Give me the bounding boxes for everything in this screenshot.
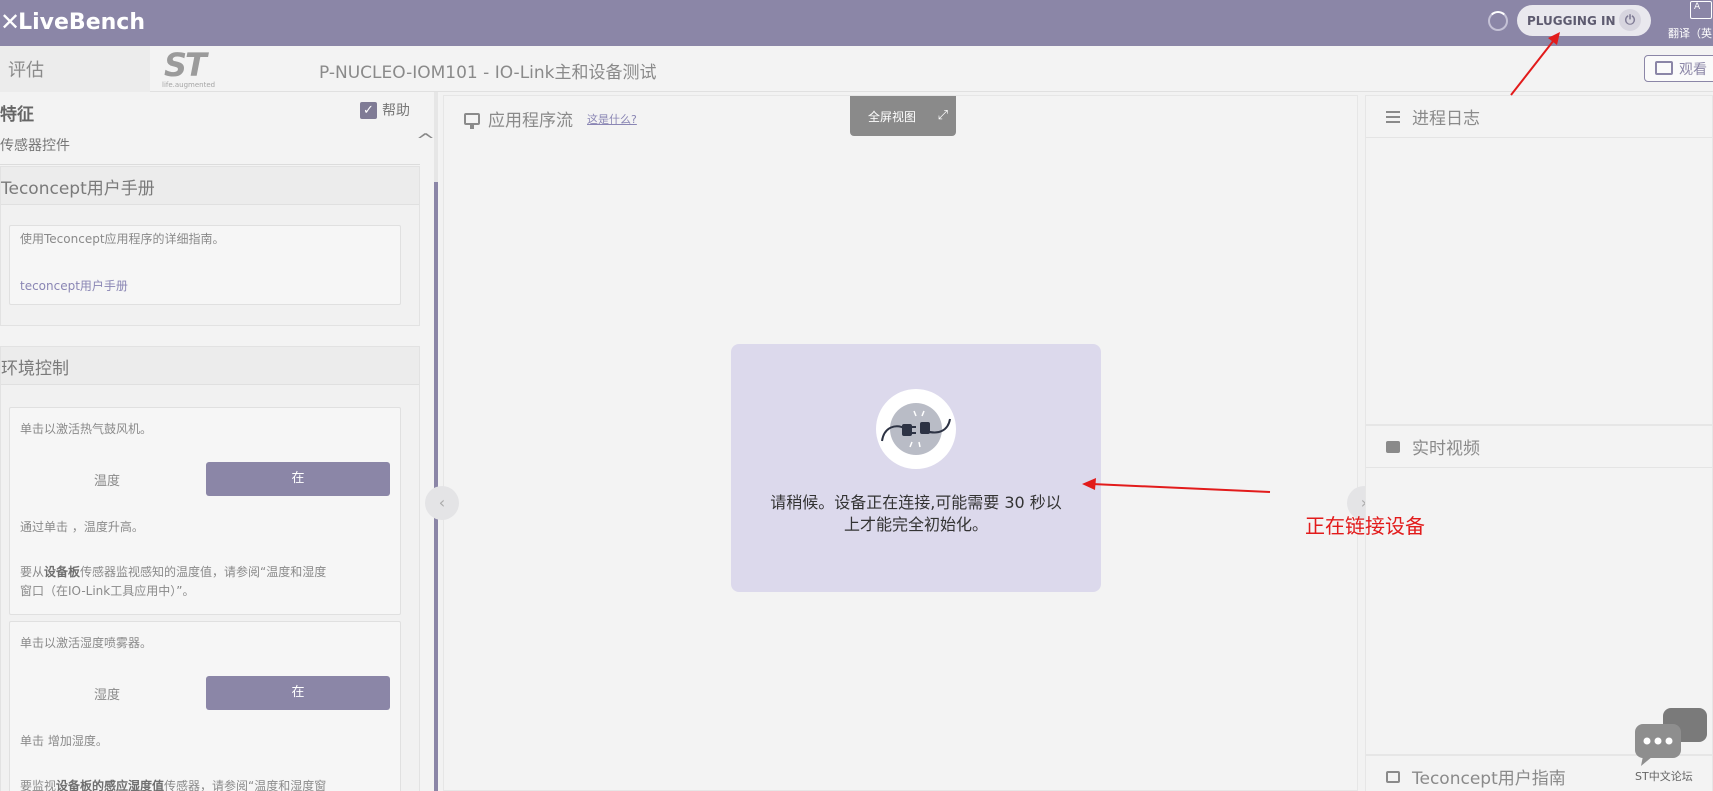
connecting-message: 请稍候。设备正在连接,可能需要 30 秒以 上才能完全初始化。 [751,492,1081,536]
manual-link[interactable]: teconcept用户手册 [20,277,128,294]
process-log-header[interactable]: 进程日志 [1366,96,1712,138]
features-panel: 特征 ✓ 帮助 传感器控件 ^ Teconcept用户手册 使用Teconcep… [0,92,440,791]
humidifier-note: 单击 增加湿度。 [20,734,108,748]
top-bar: ✕ LiveBench PLUGGING IN ⏻ A 翻译（英 [0,0,1713,46]
monitor-icon [464,112,480,129]
heater-monitor-bold: 设备板 [44,565,81,579]
right-panel: 进程日志 实时视频 Teconcept用户指南 [1365,95,1713,791]
humidity-label: 湿度 [94,688,121,703]
humidifier-on-button[interactable]: 在 [206,676,390,710]
live-video-header[interactable]: 实时视频 [1366,426,1712,468]
environment-section-header[interactable]: 环境控制 [1,347,419,385]
video-icon [1386,440,1400,453]
page-title: P-NUCLEO-IOM101 - IO-Link主和设备测试 [319,63,657,83]
expand-icon: ⤢ [937,108,948,123]
heater-note: 通过单击 ，温度升高。 [20,520,144,534]
manual-section: Teconcept用户手册 使用Teconcept应用程序的详细指南。 teco… [0,166,420,326]
chat-bubbles-icon [1635,708,1707,766]
livebench-logo[interactable]: ✕ LiveBench [0,6,145,38]
environment-section: 环境控制 单击以激活热气鼓风机。 温度 在 通过单击 ，温度升高。 要从设备板传… [0,346,420,791]
application-flow-title: 应用程序流 [488,111,573,131]
help-toggle[interactable]: ✓ 帮助 [360,100,410,120]
humidifier-instruction: 单击以激活湿度喷雾器。 [20,636,153,650]
plug-connect-icon [876,389,956,469]
watch-label: 观看 [1679,62,1707,78]
plug-icon: ⏻ [1619,9,1641,31]
connecting-dialog: 请稍候。设备正在连接,可能需要 30 秒以 上才能完全初始化。 [731,344,1101,592]
brand-name: LiveBench [18,9,145,35]
humidifier-monitor-bold: 设备板的感应湿度值 [56,779,165,791]
collapse-left-handle[interactable]: ‹ [425,486,459,520]
application-flow-header: 应用程序流 这是什么? [464,106,637,131]
heater-card: 单击以激活热气鼓风机。 温度 在 通过单击 ，温度升高。 要从设备板传感器监视感… [9,407,401,615]
divider [0,164,420,165]
fullscreen-button[interactable]: 全屏视图 ⤢ [850,96,956,136]
humidifier-monitor-info: 要监视设备板的感应湿度值传感器，请参阅“温度和湿度窗 [20,777,400,791]
manual-section-header[interactable]: Teconcept用户手册 [1,167,419,205]
fullscreen-label: 全屏视图 [868,110,917,124]
livebench-mark-icon: ✕ [0,8,20,36]
sub-header: 评估 ST life.augmented P-NUCLEO-IOM101 - I… [0,46,1713,92]
chevron-left-icon: ‹ [438,493,446,512]
tab-evaluate[interactable]: 评估 [0,46,150,92]
forum-widget[interactable]: ST中文论坛 [1633,706,1713,786]
translate-button[interactable]: A 翻译（英 [1668,0,1713,44]
left-scrollbar[interactable] [434,92,438,791]
plug-connect-graphic [881,403,951,455]
st-logo-tagline: life.augmented [162,81,216,89]
temperature-label: 温度 [94,474,121,489]
humidifier-monitor-rest: 传感器，请参阅“温度和湿度窗 [164,779,327,791]
plug-status-label: PLUGGING IN [1527,13,1616,28]
watch-button[interactable]: 观看 [1644,55,1713,82]
help-checkbox[interactable]: ✓ [360,101,377,119]
connecting-message-line1: 请稍候。设备正在连接,可能需要 30 秒以 [770,493,1062,512]
heater-monitor-prefix: 要从 [20,565,45,579]
user-guide-title: Teconcept用户指南 [1412,769,1566,789]
left-scrollbar-track[interactable] [434,92,438,182]
book-icon [1386,770,1400,783]
annotation-label: 正在链接设备 [1305,514,1425,538]
heater-monitor-line2: 窗口（在IO-Link工具应用中）”。 [20,584,195,598]
sensor-controls-label: 传感器控件 [0,138,70,154]
translate-icon: A [1690,1,1712,19]
humidifier-card: 单击以激活湿度喷雾器。 湿度 在 单击 增加湿度。 要监视设备板的感应湿度值传感… [9,621,401,791]
features-title: 特征 [0,105,34,125]
heater-instruction: 单击以激活热气鼓风机。 [20,422,153,436]
heater-monitor-info: 要从设备板传感器监视感知的温度值，请参阅“温度和湿度 [20,563,400,580]
forum-label: ST中文论坛 [1635,770,1693,783]
humidifier-monitor-prefix: 要监视 [20,779,57,791]
translate-label: 翻译（英 [1668,27,1712,40]
chevron-up-icon[interactable]: ^ [416,130,436,151]
what-is-this-link[interactable]: 这是什么? [587,111,637,127]
heater-on-button[interactable]: 在 [206,462,390,496]
st-logo: ST life.augmented [160,46,235,90]
process-log-title: 进程日志 [1412,109,1480,129]
help-label: 帮助 [382,103,410,119]
camera-icon [1655,61,1673,75]
list-icon [1386,110,1400,123]
process-log-section: 进程日志 [1365,95,1713,425]
live-video-title: 实时视频 [1412,439,1480,459]
manual-card: 使用Teconcept应用程序的详细指南。 teconcept用户手册 [9,225,401,305]
plugging-in-status[interactable]: PLUGGING IN ⏻ [1517,5,1651,36]
st-logo-mark: ST [164,46,207,84]
heater-monitor-rest: 传感器监视感知的温度值，请参阅“温度和湿度 [80,565,327,579]
manual-description: 使用Teconcept应用程序的详细指南。 [20,232,225,246]
loading-spinner-icon [1488,11,1508,31]
connecting-message-line2: 上才能完全初始化。 [843,515,988,534]
